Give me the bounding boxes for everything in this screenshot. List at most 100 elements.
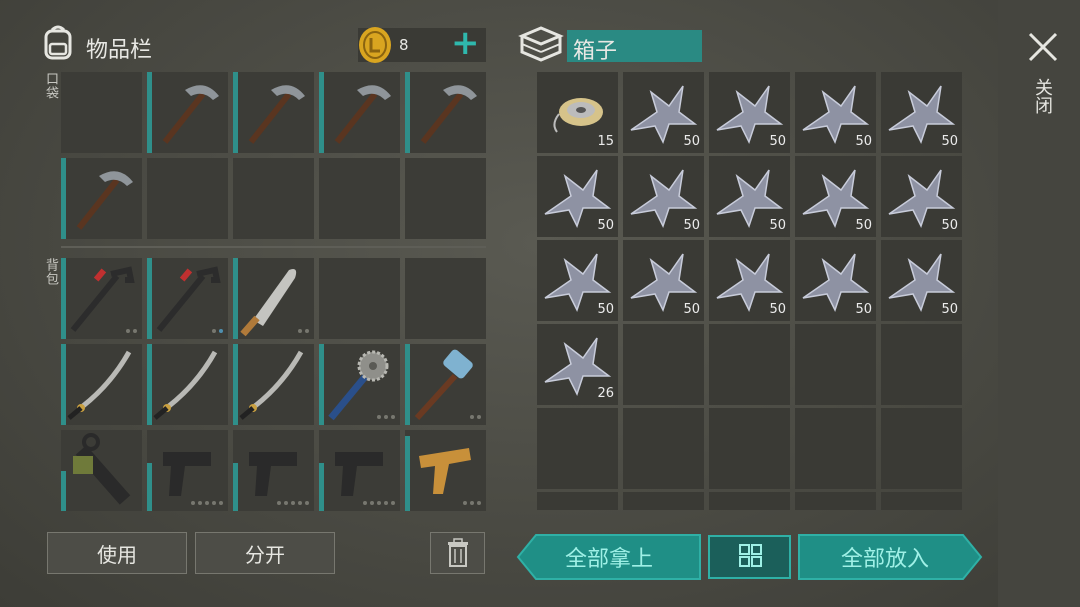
container-title: 箱子: [573, 39, 618, 64]
pocket-slot-empty[interactable]: [319, 158, 400, 239]
container-slot-metal[interactable]: 50: [623, 240, 704, 321]
pocket-slot-empty[interactable]: [233, 158, 314, 239]
backpack-icon: [38, 22, 78, 62]
container-slot-metal[interactable]: 50: [623, 72, 704, 153]
backpack-slot-empty[interactable]: [405, 258, 486, 339]
backpack-slot-machete[interactable]: [233, 258, 314, 339]
item-count: 15: [597, 134, 614, 149]
backpack-slot-empty[interactable]: [319, 258, 400, 339]
container-slot-empty[interactable]: [709, 492, 790, 510]
item-count: 50: [941, 134, 958, 149]
katana-icon: [67, 350, 132, 420]
saw-mace-icon: [328, 350, 389, 421]
container-slot-wire-spool[interactable]: 15: [537, 72, 618, 153]
backpack-slot-flare-gun[interactable]: [405, 430, 486, 511]
pickaxe-icon: [162, 85, 219, 144]
container-slot-empty[interactable]: [623, 492, 704, 510]
machete-icon: [240, 269, 297, 337]
backpack-slot-saw-mace[interactable]: [319, 344, 400, 425]
container-slot-empty[interactable]: [795, 324, 876, 405]
katana-icon: [239, 350, 304, 420]
pocket-slot-pickaxe[interactable]: [319, 72, 400, 153]
close-button[interactable]: 关闭: [1022, 28, 1062, 128]
container-slot-empty[interactable]: [709, 324, 790, 405]
container-slot-metal[interactable]: 50: [709, 156, 790, 237]
item-count: 50: [683, 134, 700, 149]
pocket-slot-empty[interactable]: [61, 72, 142, 153]
container-slot-empty[interactable]: [881, 324, 962, 405]
backpack-slot-grenade-launcher[interactable]: [61, 430, 142, 511]
pocket-slot-pickaxe[interactable]: [147, 72, 228, 153]
backpack-slot-crowbar[interactable]: [147, 258, 228, 339]
backpack-slot-pistol[interactable]: [147, 430, 228, 511]
trash-icon: [447, 538, 468, 567]
container-slot-metal[interactable]: 50: [795, 156, 876, 237]
container-slot-metal[interactable]: 50: [709, 72, 790, 153]
container-slot-metal[interactable]: 50: [881, 156, 962, 237]
container-slot-empty[interactable]: [537, 408, 618, 489]
container-slot-empty[interactable]: [623, 408, 704, 489]
item-count: 26: [597, 386, 614, 401]
grenade-launcher-icon: [73, 433, 131, 505]
pickaxe-icon: [420, 85, 477, 144]
item-count: 50: [769, 134, 786, 149]
pocket-slot-pickaxe[interactable]: [405, 72, 486, 153]
container-slot-metal[interactable]: 50: [623, 156, 704, 237]
pocket-slot-pickaxe[interactable]: [61, 158, 142, 239]
container-slot-metal[interactable]: 50: [795, 240, 876, 321]
delete-button[interactable]: [430, 532, 485, 574]
backpack-slot-katana[interactable]: [147, 344, 228, 425]
container-slot-metal[interactable]: 50: [709, 240, 790, 321]
split-button[interactable]: 分开: [195, 532, 335, 574]
sledgehammer-icon: [414, 349, 473, 421]
item-count: 50: [769, 218, 786, 233]
sort-button[interactable]: [708, 535, 791, 579]
container-slot-empty[interactable]: [537, 492, 618, 510]
pocket-slot-empty[interactable]: [405, 158, 486, 239]
backpack-slot-pistol[interactable]: [233, 430, 314, 511]
item-count: 50: [597, 218, 614, 233]
pistol-icon: [163, 452, 211, 496]
item-count: 50: [941, 302, 958, 317]
container-slot-empty[interactable]: [795, 408, 876, 489]
close-icon: [1028, 32, 1058, 62]
box-icon: [518, 24, 564, 64]
item-count: 50: [855, 218, 872, 233]
container-slot-metal[interactable]: 50: [881, 240, 962, 321]
pocket-slot-empty[interactable]: [147, 158, 228, 239]
backpack-label: 背包: [43, 258, 58, 286]
coin-count: 8: [399, 36, 409, 54]
backpack-slot-hammer[interactable]: [405, 344, 486, 425]
container-slot-empty[interactable]: [623, 324, 704, 405]
inventory-title: 物品栏: [86, 38, 153, 63]
container-slot-empty[interactable]: [795, 492, 876, 510]
backpack-slot-katana[interactable]: [61, 344, 142, 425]
pocket-slot-pickaxe[interactable]: [233, 72, 314, 153]
grid-icon: [739, 544, 762, 567]
item-count: 50: [855, 302, 872, 317]
backpack-slot-crowbar[interactable]: [61, 258, 142, 339]
backpack-slot-katana[interactable]: [233, 344, 314, 425]
pistol-icon: [249, 452, 297, 496]
container-slot-metal[interactable]: 26: [537, 324, 618, 405]
take-all-label: 全部拿上: [564, 547, 653, 572]
container-slot-metal[interactable]: 50: [795, 72, 876, 153]
backpack-slot-pistol[interactable]: [319, 430, 400, 511]
item-count: 50: [683, 302, 700, 317]
put-all-button[interactable]: 全部放入: [797, 534, 983, 580]
container-slot-empty[interactable]: [709, 408, 790, 489]
take-all-button[interactable]: 全部拿上: [516, 534, 702, 580]
container-slot-empty[interactable]: [881, 492, 962, 510]
item-count: 50: [597, 302, 614, 317]
add-coins-button[interactable]: +: [451, 23, 480, 63]
pistol-icon: [335, 452, 383, 496]
pickaxe-icon: [76, 171, 133, 230]
container-slot-metal[interactable]: 50: [537, 240, 618, 321]
use-button[interactable]: 使用: [47, 532, 187, 574]
item-count: 50: [941, 218, 958, 233]
container-slot-metal[interactable]: 50: [537, 156, 618, 237]
container-slot-metal[interactable]: 50: [881, 72, 962, 153]
container-slot-empty[interactable]: [881, 408, 962, 489]
item-count: 50: [683, 218, 700, 233]
close-label: 关闭: [1032, 78, 1053, 114]
